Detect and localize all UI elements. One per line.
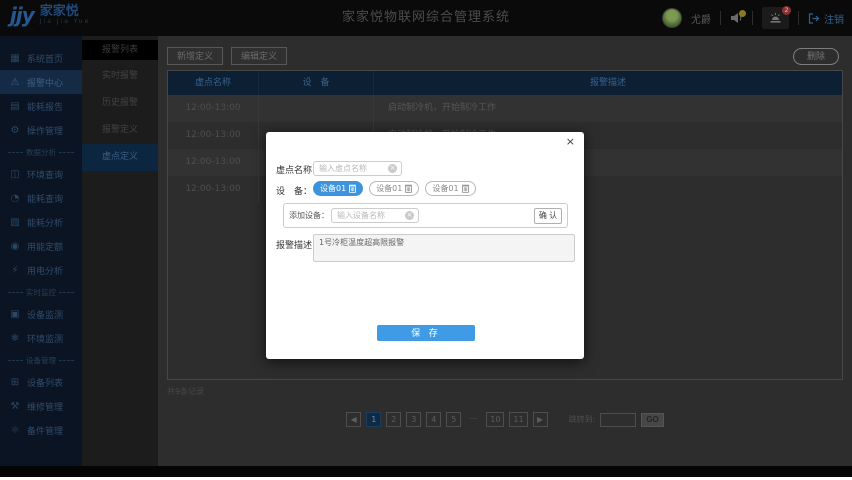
close-icon[interactable]: × xyxy=(566,136,575,147)
confirm-add-device-button[interactable]: 确 认 xyxy=(534,208,562,224)
alarm-desc-textarea[interactable]: 1号冷柜温度超高限报警 xyxy=(313,234,575,262)
trash-icon[interactable] xyxy=(462,184,469,193)
clear-input-icon[interactable]: × xyxy=(405,211,414,220)
device-chip[interactable]: 设备01 xyxy=(369,181,419,196)
device-label: 设 备： xyxy=(276,184,312,197)
device-chip[interactable]: 设备01 xyxy=(425,181,475,196)
device-chip-label: 设备01 xyxy=(432,183,458,194)
edit-point-dialog: × 虚点名称： × 设 备： 设备01 设备01 设备01 添加设备： xyxy=(266,132,584,359)
point-name-field: × xyxy=(313,161,402,176)
alarm-desc-field: 1号冷柜温度超高限报警 xyxy=(313,234,575,262)
clear-input-icon[interactable]: × xyxy=(388,164,397,173)
device-chip-label: 设备01 xyxy=(320,183,346,194)
device-chip[interactable]: 设备01 xyxy=(313,181,363,196)
device-chips: 设备01 设备01 设备01 xyxy=(313,181,476,196)
add-device-group: 添加设备： × 确 认 xyxy=(283,203,568,228)
add-device-label: 添加设备： xyxy=(289,210,329,221)
add-device-field: × xyxy=(331,208,419,223)
trash-icon[interactable] xyxy=(405,184,412,193)
device-chip-label: 设备01 xyxy=(376,183,402,194)
trash-icon[interactable] xyxy=(349,184,356,193)
save-button[interactable]: 保 存 xyxy=(377,325,475,341)
